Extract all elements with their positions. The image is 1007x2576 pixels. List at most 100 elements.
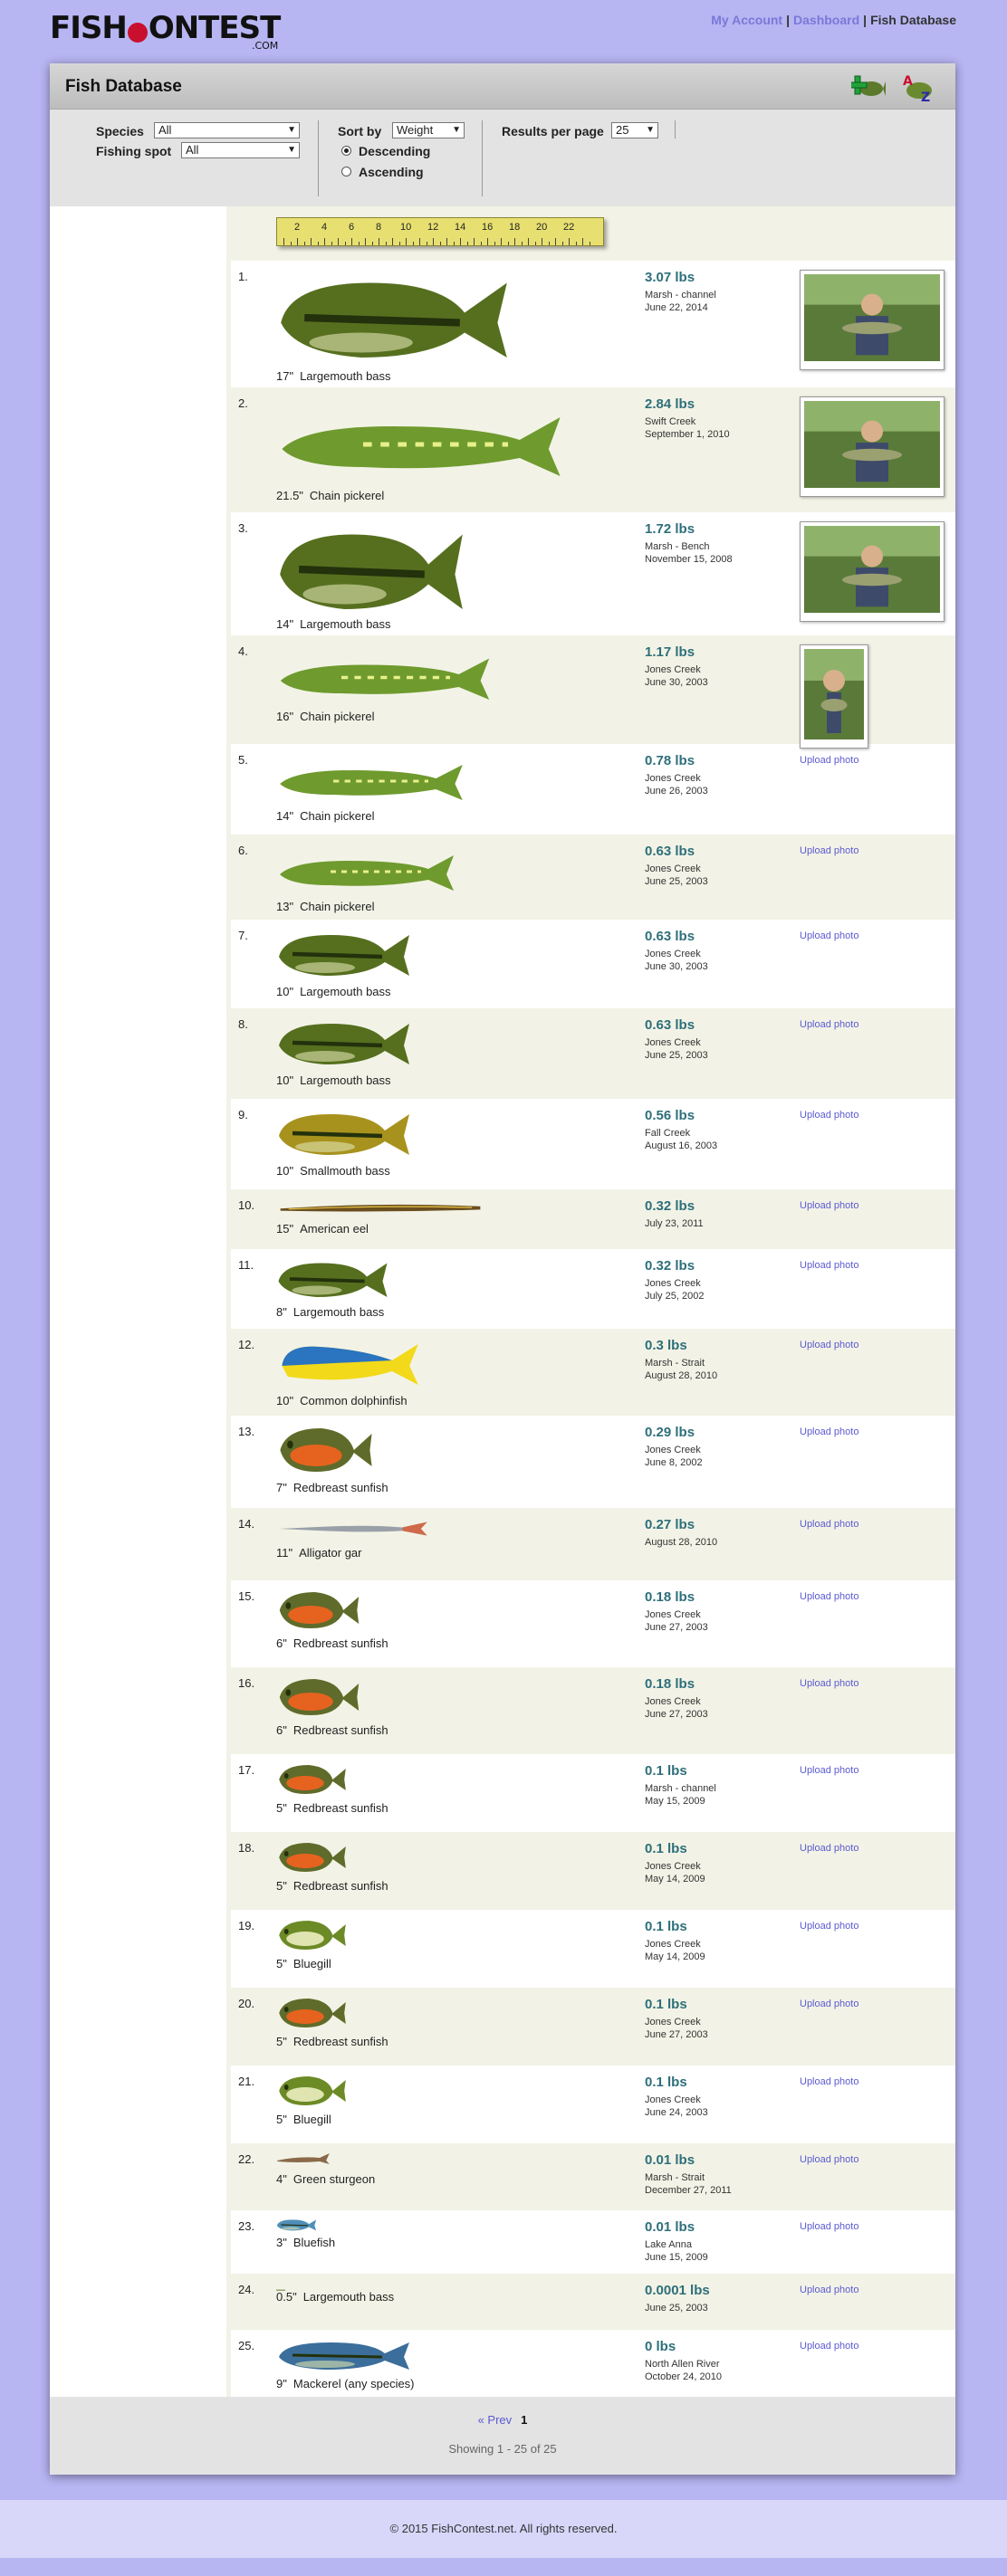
- fish-row: 20. 5" Redbreast sunfish 0.1 lbs Jones Creek…: [231, 1988, 955, 2066]
- fish-illustration[interactable]: [276, 1016, 412, 1074]
- fish-illustration[interactable]: [276, 2218, 317, 2237]
- fish-illustration[interactable]: [276, 395, 566, 490]
- catch-photo[interactable]: [800, 270, 945, 370]
- fish-illustration[interactable]: [276, 1588, 362, 1637]
- fish-weight: 0.1 lbs: [645, 2075, 687, 2090]
- catch-details: Marsh - Strait December 27, 2011: [645, 2171, 732, 2197]
- fish-illustration[interactable]: [276, 268, 512, 372]
- fish-illustration[interactable]: [276, 842, 457, 901]
- sunfish-fish-icon: [279, 1999, 346, 2027]
- upload-photo-link[interactable]: Upload photo: [800, 1921, 858, 1932]
- fish-caption: 13" Chain pickerel: [276, 900, 374, 913]
- upload-photo-link[interactable]: Upload photo: [800, 1591, 858, 1602]
- upload-photo-link[interactable]: Upload photo: [800, 1110, 858, 1121]
- upload-photo-link[interactable]: Upload photo: [800, 2221, 858, 2232]
- upload-photo-link[interactable]: Upload photo: [800, 755, 858, 766]
- catch-details: July 23, 2011: [645, 1217, 704, 1230]
- row-rank: 12.: [238, 1338, 255, 1351]
- upload-photo-link[interactable]: Upload photo: [800, 1426, 858, 1437]
- fish-illustration[interactable]: [276, 1674, 362, 1724]
- upload-photo-link[interactable]: Upload photo: [800, 1519, 858, 1530]
- fish-illustration[interactable]: [276, 2151, 331, 2173]
- ascending-radio[interactable]: [341, 167, 351, 177]
- site-logo[interactable]: FISH ONTEST .COM: [50, 10, 281, 52]
- catch-photo[interactable]: [800, 644, 868, 749]
- fish-illustration[interactable]: [276, 520, 466, 624]
- logo-text-left: FISH: [50, 10, 128, 46]
- fish-length: 6": [276, 1636, 287, 1650]
- upload-photo-link[interactable]: Upload photo: [800, 2154, 858, 2165]
- catch-date: June 8, 2002: [645, 1457, 703, 1468]
- descending-radio[interactable]: [341, 146, 351, 156]
- fish-illustration[interactable]: [276, 1839, 349, 1880]
- ruler-mark: [365, 238, 366, 245]
- upload-photo-link[interactable]: Upload photo: [800, 930, 858, 941]
- ruler-tick-label: 20: [536, 222, 548, 233]
- fish-illustration[interactable]: [276, 1515, 430, 1547]
- results-per-page-select[interactable]: 25 ▼: [611, 122, 658, 138]
- sort-by-select[interactable]: Weight ▼: [392, 122, 465, 138]
- catch-date: June 25, 2003: [645, 876, 708, 887]
- catch-date: June 27, 2003: [645, 2029, 708, 2040]
- upload-photo-link[interactable]: Upload photo: [800, 1019, 858, 1030]
- fish-illustration[interactable]: [276, 1106, 412, 1165]
- fish-illustration[interactable]: [276, 1995, 349, 2036]
- fish-illustration[interactable]: [276, 1761, 349, 1802]
- fish-length: 10": [276, 1164, 294, 1178]
- ruler-mark: [406, 238, 407, 245]
- upload-photo-link[interactable]: Upload photo: [800, 1999, 858, 2009]
- catch-date: June 26, 2003: [645, 786, 708, 797]
- fishing-spot: Jones Creek: [645, 1278, 701, 1289]
- fish-illustration[interactable]: [276, 2073, 349, 2113]
- prev-page-link[interactable]: « Prev: [478, 2413, 513, 2427]
- fish-illustration[interactable]: [276, 1197, 484, 1223]
- fish-illustration[interactable]: [276, 1423, 376, 1482]
- catch-photo[interactable]: [800, 396, 945, 497]
- catch-photo[interactable]: [800, 521, 945, 622]
- upload-photo-link[interactable]: Upload photo: [800, 1260, 858, 1271]
- fish-illustration[interactable]: [276, 2337, 412, 2378]
- upload-photo-link[interactable]: Upload photo: [800, 845, 858, 856]
- fish-caption: 17" Largemouth bass: [276, 369, 391, 383]
- row-rank: 24.: [238, 2283, 255, 2296]
- upload-photo-link[interactable]: Upload photo: [800, 1843, 858, 1854]
- fish-weight: 0.63 lbs: [645, 1017, 695, 1033]
- sort-az-icon[interactable]: A Z: [901, 71, 935, 103]
- fish-row: 2. 21.5" Chain pickerel 2.84 lbs Swift Creek…: [231, 387, 955, 512]
- upload-photo-link[interactable]: Upload photo: [800, 1765, 858, 1776]
- fish-weight: 0 lbs: [645, 2339, 676, 2354]
- fish-row: 10. 15" American eel 0.32 lbs July 23, 2011 U…: [231, 1189, 955, 1249]
- fish-row: 18. 5" Redbreast sunfish 0.1 lbs Jones Creek…: [231, 1832, 955, 1910]
- catch-details: Jones Creek June 24, 2003: [645, 2094, 708, 2119]
- upload-photo-link[interactable]: Upload photo: [800, 2076, 858, 2087]
- my-account-link[interactable]: My Account: [711, 13, 782, 27]
- filter-bar: Species All ▼ Fishing spot All ▼ Sort by W…: [50, 110, 955, 207]
- species-label: Species: [96, 124, 144, 138]
- fishing-spot-select[interactable]: All ▼: [181, 142, 300, 158]
- sunfish-fish-icon: [279, 1765, 346, 1794]
- fish-illustration[interactable]: [276, 1336, 421, 1395]
- fish-illustration[interactable]: [276, 643, 494, 711]
- row-rank: 2.: [238, 396, 248, 410]
- fish-length: 14": [276, 809, 294, 823]
- fish-illustration[interactable]: [276, 1917, 349, 1958]
- fishing-spot: Jones Creek: [645, 1939, 701, 1950]
- upload-photo-link[interactable]: Upload photo: [800, 2341, 858, 2352]
- add-fish-icon[interactable]: [851, 71, 886, 103]
- species-select[interactable]: All ▼: [154, 122, 300, 138]
- fish-caption: 10" Largemouth bass: [276, 1073, 391, 1087]
- ruler-mark: [419, 238, 420, 245]
- catch-date: May 15, 2009: [645, 1796, 705, 1807]
- dashboard-link[interactable]: Dashboard: [793, 13, 859, 27]
- upload-photo-link[interactable]: Upload photo: [800, 2285, 858, 2295]
- upload-photo-link[interactable]: Upload photo: [800, 1340, 858, 1350]
- ruler-mark: [575, 242, 577, 245]
- fish-illustration[interactable]: [276, 927, 412, 986]
- upload-photo-link[interactable]: Upload photo: [800, 1678, 858, 1689]
- ruler-mark: [358, 242, 360, 245]
- fish-illustration[interactable]: [276, 751, 466, 810]
- catch-details: Marsh - Bench November 15, 2008: [645, 540, 733, 566]
- fish-illustration[interactable]: [276, 1256, 389, 1306]
- upload-photo-link[interactable]: Upload photo: [800, 1200, 858, 1211]
- fish-weight: 0.1 lbs: [645, 1997, 687, 2012]
